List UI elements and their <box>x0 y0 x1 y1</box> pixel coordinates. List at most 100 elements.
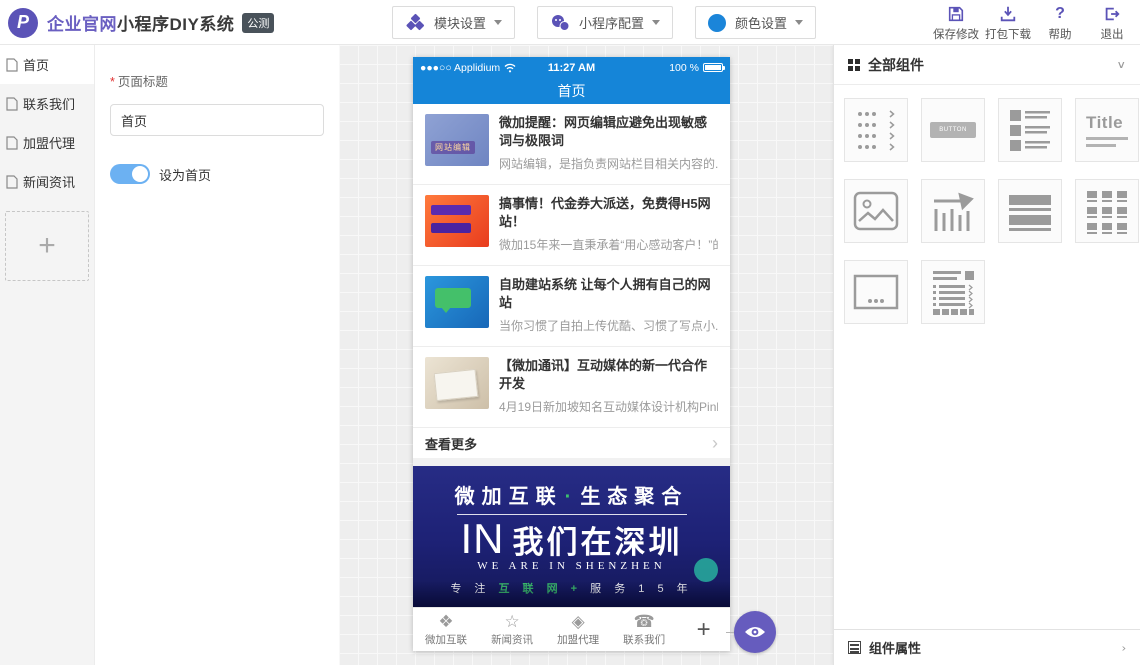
caret-down-icon <box>494 20 502 25</box>
news-thumbnail <box>425 357 489 409</box>
banner-cn-text: 我们在深圳 <box>513 517 683 562</box>
chevron-right-icon: › <box>1122 642 1126 654</box>
tab-weijia[interactable]: ❖ 微加互联 <box>413 612 479 647</box>
thumbnail-label: 网站编辑 <box>431 141 475 154</box>
components-grid: BUTTON Title <box>834 85 1140 337</box>
status-carrier: ●●●○○ Applidium <box>420 62 530 74</box>
miniprogram-config-dropdown[interactable]: 小程序配置 <box>537 6 673 39</box>
menu-list-component[interactable] <box>844 98 908 162</box>
button-component[interactable]: BUTTON <box>921 98 985 162</box>
battery-icon <box>703 63 723 72</box>
news-title: 【微加通讯】互动媒体的新一代合作开发 <box>499 357 718 394</box>
exit-label: 退出 <box>1101 26 1124 42</box>
sidebar-item-news[interactable]: 新闻资讯 <box>0 162 94 201</box>
tab-agency[interactable]: ◈ 加盟代理 <box>545 612 611 647</box>
save-label: 保存修改 <box>933 26 979 42</box>
color-circle-icon <box>708 14 726 32</box>
banner-in-text: IN <box>461 518 505 560</box>
miniprogram-config-label: 小程序配置 <box>579 13 644 32</box>
help-question-icon: ? <box>1055 4 1065 24</box>
caret-down-icon <box>652 20 660 25</box>
save-floppy-icon <box>947 4 965 24</box>
diamond-logo-icon: ❖ <box>438 612 453 631</box>
page-layout-component[interactable] <box>921 260 985 324</box>
news-item[interactable]: 自助建站系统 让每个人拥有自己的网站 当你习惯了自拍上传优酷、习惯了写点小... <box>413 266 730 347</box>
imagetext-list-icon <box>1006 106 1054 154</box>
banner-image[interactable]: 微加互联·生态聚合 IN 我们在深圳 WE ARE IN SHENZHEN 专 … <box>413 466 730 607</box>
news-title: 搞事情！代金券大派送，免费得H5网站！ <box>499 195 718 232</box>
news-item[interactable]: 【微加通讯】互动媒体的新一代合作开发 4月19日新加坡知名互动媒体设计机构Pin… <box>413 347 730 428</box>
news-title: 微加提醒：网页编辑应避免出现敏感词与极限词 <box>499 114 718 151</box>
sidebar-item-agency[interactable]: 加盟代理 <box>0 123 94 162</box>
module-settings-dropdown[interactable]: 模块设置 <box>392 6 515 39</box>
title-component[interactable]: Title <box>1075 98 1139 162</box>
page-layout-icon <box>929 268 977 316</box>
page-file-icon <box>6 58 18 72</box>
imagetext-list-component[interactable] <box>998 98 1062 162</box>
image-grid-component[interactable] <box>1075 179 1139 243</box>
chart-arrow-icon <box>930 189 976 233</box>
page-file-icon <box>6 136 18 150</box>
page-settings-panel: *页面标题 设为首页 <box>96 45 338 665</box>
preview-eye-button[interactable] <box>734 611 776 653</box>
pages-sidebar: 首页 联系我们 加盟代理 新闻资讯 + <box>0 45 95 665</box>
phone-handset-icon: ☎ <box>634 612 655 631</box>
tags-diamond-icon: ◈ <box>572 612 585 631</box>
menu-list-icon <box>852 106 900 154</box>
carousel-icon <box>852 273 900 311</box>
save-button[interactable]: 保存修改 <box>930 4 982 42</box>
news-title: 自助建站系统 让每个人拥有自己的网站 <box>499 276 718 313</box>
sidebar-item-home[interactable]: 首页 <box>0 45 94 84</box>
components-panel-header[interactable]: 全部组件 ∨ <box>834 45 1140 85</box>
add-page-button[interactable]: + <box>5 211 89 281</box>
section-gap <box>413 458 730 466</box>
app-title: 企业官网小程序DIY系统 <box>47 10 234 35</box>
phone-preview: ●●●○○ Applidium 11:27 AM 100 % 首页 网站编辑 微… <box>413 57 730 651</box>
view-more-row[interactable]: 查看更多 › <box>413 428 730 458</box>
chart-component[interactable] <box>921 179 985 243</box>
tab-contact[interactable]: ☎ 联系我们 <box>611 612 677 647</box>
caret-down-icon <box>795 20 803 25</box>
banner-teal-circle <box>694 558 718 582</box>
title-glyph: Title <box>1086 113 1128 147</box>
eye-icon <box>744 624 766 640</box>
tab-news[interactable]: ☆ 新闻资讯 <box>479 612 545 647</box>
help-button[interactable]: ? 帮助 <box>1034 4 1086 42</box>
news-summary: 网站编辑，是指负责网站栏目相关内容的... <box>499 155 718 172</box>
banner-rows-component[interactable] <box>998 179 1062 243</box>
beta-badge: 公测 <box>242 13 274 33</box>
tab-add-button[interactable]: + <box>677 616 730 644</box>
properties-title: 组件属性 <box>869 638 1122 657</box>
image-component[interactable] <box>844 179 908 243</box>
component-properties-bar[interactable]: 组件属性 › <box>834 629 1140 665</box>
chevron-right-icon: › <box>712 433 718 454</box>
image-grid-icon <box>1083 187 1131 235</box>
components-grid-icon <box>848 59 860 71</box>
required-asterisk: * <box>110 75 115 89</box>
tab-label: 联系我们 <box>623 632 665 647</box>
banner-green-dot: · <box>565 486 579 508</box>
sidebar-item-contact[interactable]: 联系我们 <box>0 84 94 123</box>
page-title-input[interactable] <box>110 104 324 136</box>
news-item[interactable]: 搞事情！代金券大派送，免费得H5网站！ 微加15年来一直秉承着“用心感动客户！”… <box>413 185 730 266</box>
download-button[interactable]: 打包下载 <box>982 4 1034 42</box>
sidebar-item-label: 联系我们 <box>23 94 75 113</box>
exit-button[interactable]: 退出 <box>1086 4 1138 42</box>
brand: P 企业官网小程序DIY系统 公测 <box>8 0 274 45</box>
button-glyph: BUTTON <box>930 122 976 138</box>
sidebar-item-label: 新闻资讯 <box>23 172 75 191</box>
news-thumbnail <box>425 195 489 247</box>
news-text: 搞事情！代金券大派送，免费得H5网站！ 微加15年来一直秉承着“用心感动客户！”… <box>499 195 718 255</box>
status-time: 11:27 AM <box>530 62 613 74</box>
phone-nav-title: 首页 <box>413 78 730 104</box>
color-settings-dropdown[interactable]: 颜色设置 <box>695 6 816 39</box>
set-homepage-toggle[interactable] <box>110 164 150 184</box>
phone-tab-bar: ❖ 微加互联 ☆ 新闻资讯 ◈ 加盟代理 ☎ 联系我们 + <box>413 607 730 651</box>
settings-dropdowns: 模块设置 小程序配置 颜色设置 <box>392 6 816 39</box>
news-item[interactable]: 网站编辑 微加提醒：网页编辑应避免出现敏感词与极限词 网站编辑，是指负责网站栏目… <box>413 104 730 185</box>
wechat-bubbles-icon <box>550 13 570 33</box>
banner-big-text: IN 我们在深圳 <box>413 517 730 562</box>
sidebar-item-label: 首页 <box>23 55 49 74</box>
carousel-component[interactable] <box>844 260 908 324</box>
banner-headline: 微加互联·生态聚合 <box>413 480 730 509</box>
